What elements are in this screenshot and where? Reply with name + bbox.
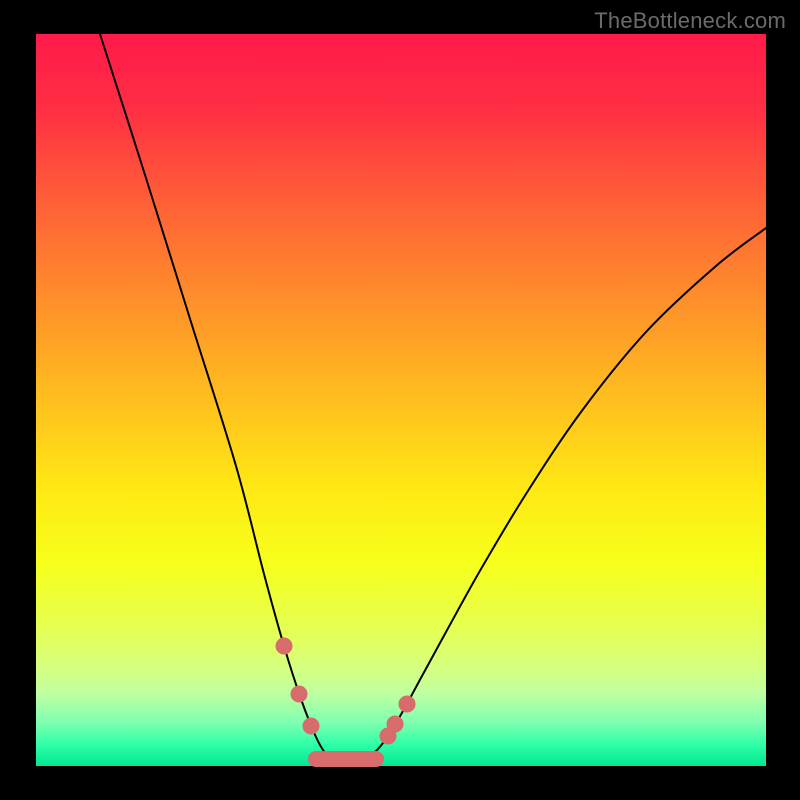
gradient-plot-area <box>36 34 766 766</box>
curve-marker <box>387 716 403 732</box>
curve-marker <box>291 686 307 702</box>
curve-marker <box>276 638 292 654</box>
curve-marker <box>399 696 415 712</box>
credit-text: TheBottleneck.com <box>594 8 786 34</box>
chart-root: TheBottleneck.com <box>0 0 800 800</box>
plot-svg <box>36 34 766 766</box>
marker-layer <box>276 638 415 759</box>
bottleneck-curve <box>100 34 766 763</box>
curve-marker <box>303 718 319 734</box>
